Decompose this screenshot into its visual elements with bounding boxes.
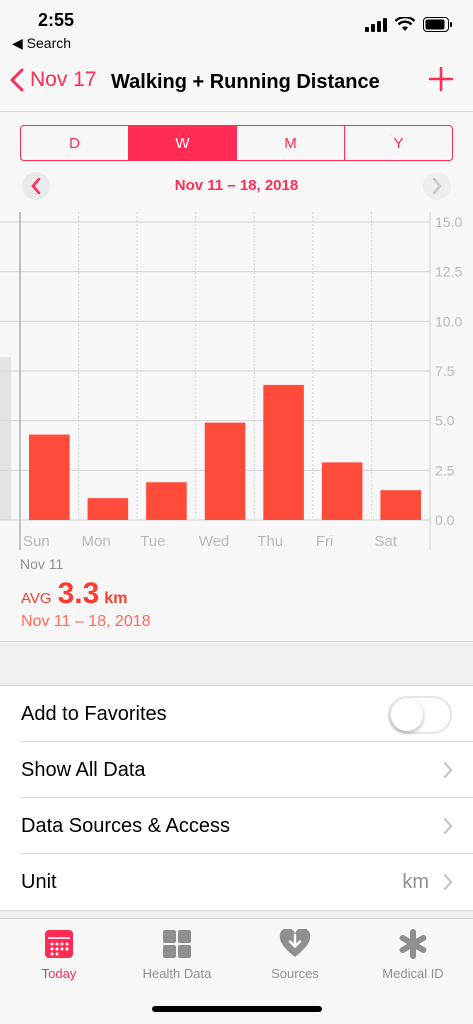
bar-thu — [263, 384, 304, 520]
grid-icon — [163, 930, 191, 958]
x-tick-label: Thu — [257, 533, 283, 550]
segment-year[interactable]: Y — [345, 126, 452, 160]
next-period-button[interactable] — [423, 172, 451, 200]
toggle-knob — [391, 699, 423, 731]
segment-week[interactable]: W — [129, 126, 237, 160]
add-data-button[interactable] — [428, 66, 454, 96]
period-selector-area: D W M Y Nov 11 – 18, 2018 — [0, 112, 473, 212]
add-to-favorites-row: Add to Favorites — [0, 686, 473, 742]
chevron-right-icon — [443, 818, 453, 834]
back-to-search-link[interactable]: ◀ Search — [12, 35, 71, 52]
status-icons — [365, 17, 453, 32]
status-bar: 2:55 ◀ Search — [0, 0, 473, 56]
distance-bar-chart[interactable]: 15.0 12.5 10.0 7.5 5.0 2.5 0.0 Sun Mon Tue Wed Thu F… — [0, 212, 473, 572]
tab-health-data-label: Health Data — [142, 966, 212, 981]
y-tick-label: 12.5 — [435, 264, 462, 280]
tab-medical-id-label: Medical ID — [382, 966, 444, 981]
avg-unit: km — [104, 590, 128, 607]
status-time: 2:55 — [38, 10, 75, 30]
tab-health-data[interactable]: Health Data — [118, 929, 236, 981]
x-tick-label: Mon — [82, 533, 111, 550]
y-tick-label: 5.0 — [435, 413, 455, 429]
x-tick-label: Sun — [23, 533, 50, 550]
asterisk-icon — [399, 929, 427, 959]
avg-value: 3.3 — [57, 577, 100, 610]
date-range-row: Nov 11 – 18, 2018 — [0, 172, 473, 202]
calendar-icon — [45, 930, 73, 958]
chart-area: 15.0 12.5 10.0 7.5 5.0 2.5 0.0 Sun Mon Tue Wed Thu F… — [0, 212, 473, 642]
options-list: Add to Favorites Show All Data Data Sour… — [0, 685, 473, 911]
chevron-right-icon — [443, 874, 453, 890]
wifi-icon — [395, 17, 415, 31]
y-tick-label: 2.5 — [435, 462, 455, 478]
data-sources-row[interactable]: Data Sources & Access — [0, 798, 473, 854]
bar-mon — [87, 498, 129, 520]
x-tick-label: Tue — [140, 533, 165, 550]
y-tick-label: 10.0 — [435, 313, 462, 329]
chevron-right-icon — [432, 178, 442, 194]
signal-icon — [365, 18, 387, 32]
page-title: Walking + Running Distance — [111, 71, 380, 93]
back-button[interactable]: Nov 17 — [10, 68, 97, 92]
tab-today-label: Today — [41, 966, 77, 981]
tab-sources[interactable]: Sources — [236, 929, 354, 981]
x-tick-label: Sat — [374, 533, 397, 550]
add-to-favorites-label: Add to Favorites — [21, 702, 167, 725]
x-tick-label: Fri — [316, 533, 334, 550]
unit-row[interactable]: Unit km — [0, 854, 473, 910]
bar-sat — [380, 490, 421, 520]
heart-download-icon — [279, 929, 311, 957]
unit-value: km — [402, 871, 429, 893]
data-sources-label: Data Sources & Access — [21, 814, 230, 837]
bar-tue — [146, 482, 187, 520]
chevron-left-icon — [10, 68, 24, 92]
tab-today[interactable]: Today — [0, 929, 118, 981]
tab-sources-label: Sources — [271, 966, 319, 981]
battery-icon — [423, 17, 452, 32]
segment-day[interactable]: D — [21, 126, 129, 160]
home-indicator — [152, 1006, 322, 1012]
unit-label: Unit — [21, 870, 57, 893]
favorites-toggle[interactable] — [388, 696, 452, 734]
avg-label: AVG — [21, 590, 52, 607]
screen: 2:55 ◀ Search Nov 17 Walking + Running D… — [0, 0, 473, 1024]
x-tick-label: Wed — [199, 533, 230, 550]
bar-wed — [204, 422, 246, 520]
chevron-right-icon — [443, 762, 453, 778]
show-all-data-label: Show All Data — [21, 758, 146, 781]
y-tick-label: 15.0 — [435, 214, 462, 230]
avg-date-range: Nov 11 – 18, 2018 — [21, 613, 151, 630]
bar-fri — [321, 462, 363, 520]
previous-week-bar — [0, 357, 11, 520]
navigation-bar: Nov 17 Walking + Running Distance — [0, 56, 473, 112]
week-start-label: Nov 11 — [20, 556, 64, 572]
back-button-label: Nov 17 — [30, 68, 97, 91]
period-segmented-control: D W M Y — [20, 125, 453, 161]
date-range-label: Nov 11 – 18, 2018 — [174, 177, 299, 194]
bar-sun — [29, 434, 70, 520]
tab-medical-id[interactable]: Medical ID — [354, 929, 472, 981]
average-summary: AVG 3.3 km Nov 11 – 18, 2018 — [21, 577, 151, 631]
segment-month[interactable]: M — [237, 126, 345, 160]
y-tick-label: 7.5 — [435, 363, 455, 379]
plus-icon — [428, 66, 454, 92]
show-all-data-row[interactable]: Show All Data — [0, 742, 473, 798]
y-tick-label: 0.0 — [435, 512, 455, 528]
